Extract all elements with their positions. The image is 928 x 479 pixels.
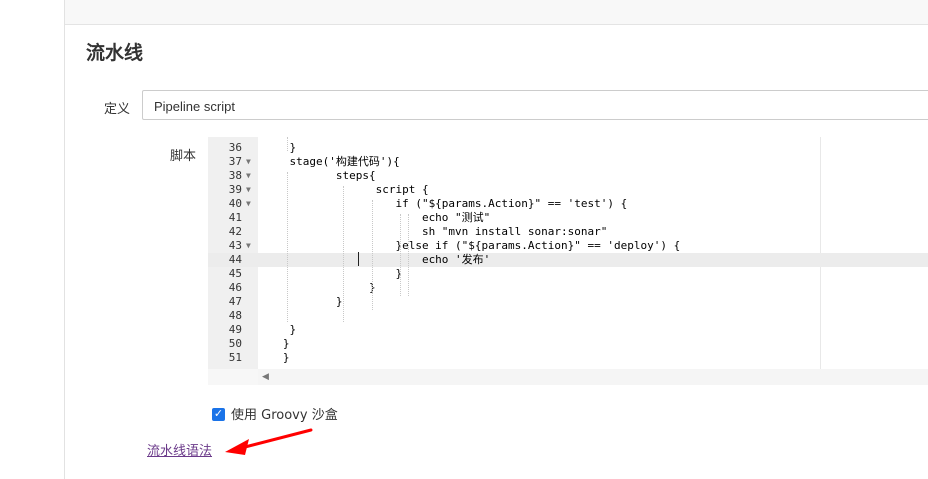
line-number: 43 [228,239,242,252]
indent-guide [287,172,288,322]
check-icon: ✓ [213,408,224,420]
definition-label: 定义 [104,102,131,117]
indent-guide [400,214,401,296]
annotation-arrow-icon [225,428,313,455]
code-text: } [263,323,297,336]
code-text: } [263,281,376,294]
fold-toggle-icon[interactable]: ▼ [246,239,251,253]
line-number: 51 [228,351,242,364]
code-text: if ("${params.Action}" == 'test') { [263,197,628,210]
code-text: sh "mvn install sonar:sonar" [263,225,608,238]
script-editor[interactable]: 36 } 37 ▼ stage('构建代码'){38 ▼ steps{39 ▼ scri… [208,137,928,385]
code-text: } [263,351,290,364]
top-section-band [65,0,928,25]
code-text: } [263,141,297,154]
indent-guide [343,186,344,322]
indent-guide [372,200,373,310]
line-number: 45 [228,267,242,280]
code-text: steps{ [263,169,376,182]
line-number: 46 [228,281,242,294]
code-line[interactable]: 40 ▼ if ("${params.Action}" == 'test') { [208,197,928,211]
fold-toggle-icon[interactable]: ▼ [246,169,251,183]
scroll-left-icon[interactable]: ◀ [262,371,269,382]
code-line[interactable]: 47 } [208,295,928,309]
line-number: 48 [228,309,242,322]
fold-toggle-icon[interactable]: ▼ [246,197,251,211]
code-text: stage('构建代码'){ [263,155,400,168]
code-line[interactable]: 51 } [208,351,928,365]
definition-select-value: Pipeline script [154,99,235,114]
fold-toggle-icon[interactable]: ▼ [246,155,251,169]
code-line[interactable]: 45 } [208,267,928,281]
section-title: 流水线 [86,42,144,64]
code-line[interactable]: 49 } [208,323,928,337]
line-number: 39 [228,183,242,196]
sandbox-checkbox[interactable]: ✓ [212,408,225,421]
editor-horizontal-scrollbar[interactable]: ◀ [258,369,928,385]
indent-guide [287,137,288,151]
pipeline-syntax-link[interactable]: 流水线语法 [147,440,212,459]
line-number: 44 [228,253,242,266]
fold-toggle-icon[interactable]: ▼ [246,183,251,197]
code-text: } [263,267,403,280]
line-number: 38 [228,169,242,182]
indent-guide [408,214,409,296]
script-label: 脚本 [170,149,197,164]
sandbox-label: 使用 Groovy 沙盒 [231,408,338,423]
code-line[interactable]: 37 ▼ stage('构建代码'){ [208,155,928,169]
line-number: 42 [228,225,242,238]
line-number: 36 [228,141,242,154]
code-text: }else if ("${params.Action}" == 'deploy'… [263,239,681,252]
code-line[interactable]: 48 [208,309,928,323]
code-text: } [263,295,343,308]
text-cursor [358,252,359,266]
line-number: 37 [228,155,242,168]
code-line[interactable]: 38 ▼ steps{ [208,169,928,183]
line-number: 40 [228,197,242,210]
line-number: 49 [228,323,242,336]
code-line[interactable]: 46 } [208,281,928,295]
definition-select[interactable]: Pipeline script [142,90,928,120]
code-line[interactable]: 50 } [208,337,928,351]
code-line[interactable]: 36 } [208,141,928,155]
code-line[interactable]: 41 echo "测试" [208,211,928,225]
code-line[interactable]: 42 sh "mvn install sonar:sonar" [208,225,928,239]
code-text: } [263,337,290,350]
code-text: echo "测试" [263,211,491,224]
code-line[interactable]: 43 ▼ }else if ("${params.Action}" == 'dep… [208,239,928,253]
line-number: 41 [228,211,242,224]
left-divider [64,0,65,479]
code-line[interactable]: 39 ▼ script { [208,183,928,197]
code-text: echo '发布' [263,253,491,266]
code-line[interactable]: 44 echo '发布' [208,253,928,267]
line-number: 47 [228,295,242,308]
line-number: 50 [228,337,242,350]
